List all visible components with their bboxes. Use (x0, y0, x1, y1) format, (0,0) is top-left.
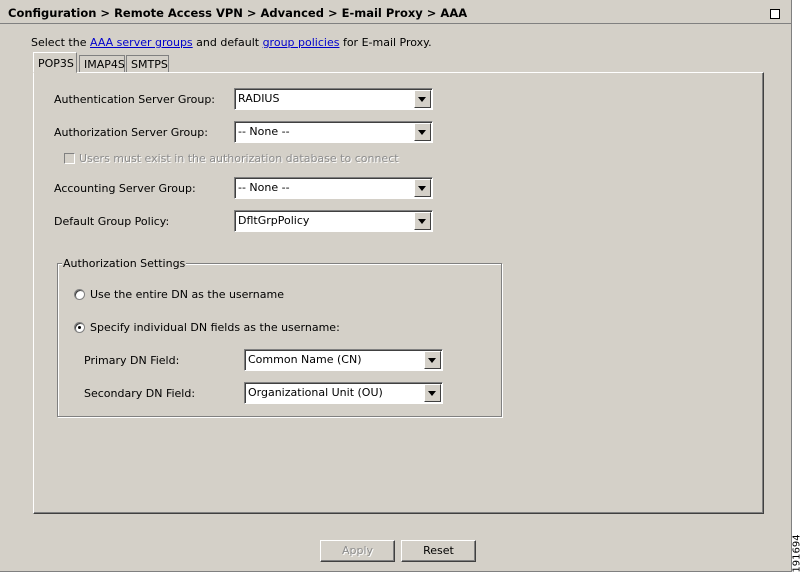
primary-dn-label: Primary DN Field: (84, 354, 180, 367)
radio-individual-dn-label: Specify individual DN fields as the user… (90, 321, 340, 334)
default-group-policy-label: Default Group Policy: (54, 215, 170, 228)
authz-server-group-value: -- None -- (238, 125, 290, 138)
intro-middle: and default (196, 36, 260, 49)
radio-selected-dot (78, 326, 81, 329)
intro-prefix: Select the (31, 36, 87, 49)
tab-smtps[interactable]: SMTPS (126, 55, 169, 72)
primary-dn-select[interactable]: Common Name (CN) (244, 349, 443, 371)
auth-server-group-select[interactable]: RADIUS (234, 88, 433, 110)
chevron-down-icon[interactable] (424, 384, 441, 402)
authz-server-group-label: Authorization Server Group: (54, 126, 208, 139)
accounting-server-group-value: -- None -- (238, 181, 290, 194)
reset-button[interactable]: Reset (401, 540, 476, 562)
auth-server-group-value: RADIUS (238, 92, 280, 105)
title-bar: Configuration > Remote Access VPN > Adva… (0, 0, 791, 24)
authz-server-group-select[interactable]: -- None -- (234, 121, 433, 143)
users-must-exist-label: Users must exist in the authorization da… (79, 152, 399, 165)
group-policies-link[interactable]: group policies (263, 36, 340, 49)
accounting-server-group-select[interactable]: -- None -- (234, 177, 433, 199)
aaa-server-groups-link[interactable]: AAA server groups (90, 36, 193, 49)
figure-id-text: 191694 (791, 534, 803, 573)
maximize-icon[interactable] (770, 9, 780, 19)
intro-text: Select the AAA server groups and default… (31, 36, 432, 49)
users-must-exist-checkbox[interactable] (64, 153, 75, 164)
auth-server-group-label: Authentication Server Group: (54, 93, 216, 106)
tab-pop3s[interactable]: POP3S (33, 52, 77, 73)
figure-id: 191694 (790, 534, 807, 574)
radio-entire-dn[interactable] (74, 289, 85, 300)
chevron-down-icon[interactable] (414, 212, 431, 230)
intro-suffix: for E-mail Proxy. (342, 36, 432, 49)
secondary-dn-select[interactable]: Organizational Unit (OU) (244, 382, 443, 404)
default-group-policy-select[interactable]: DfltGrpPolicy (234, 210, 433, 232)
default-group-policy-value: DfltGrpPolicy (238, 214, 310, 227)
accounting-server-group-label: Accounting Server Group: (54, 182, 196, 195)
authorization-settings-title: Authorization Settings (62, 257, 187, 270)
radio-individual-dn[interactable] (74, 322, 85, 333)
chevron-down-icon[interactable] (424, 351, 441, 369)
primary-dn-value: Common Name (CN) (248, 353, 362, 366)
breadcrumb: Configuration > Remote Access VPN > Adva… (8, 6, 468, 20)
secondary-dn-label: Secondary DN Field: (84, 387, 196, 400)
apply-button[interactable]: Apply (320, 540, 395, 562)
chevron-down-icon[interactable] (414, 90, 431, 108)
tab-imap4s[interactable]: IMAP4S (79, 55, 125, 72)
chevron-down-icon[interactable] (414, 179, 431, 197)
radio-entire-dn-label: Use the entire DN as the username (90, 288, 284, 301)
chevron-down-icon[interactable] (414, 123, 431, 141)
secondary-dn-value: Organizational Unit (OU) (248, 386, 383, 399)
